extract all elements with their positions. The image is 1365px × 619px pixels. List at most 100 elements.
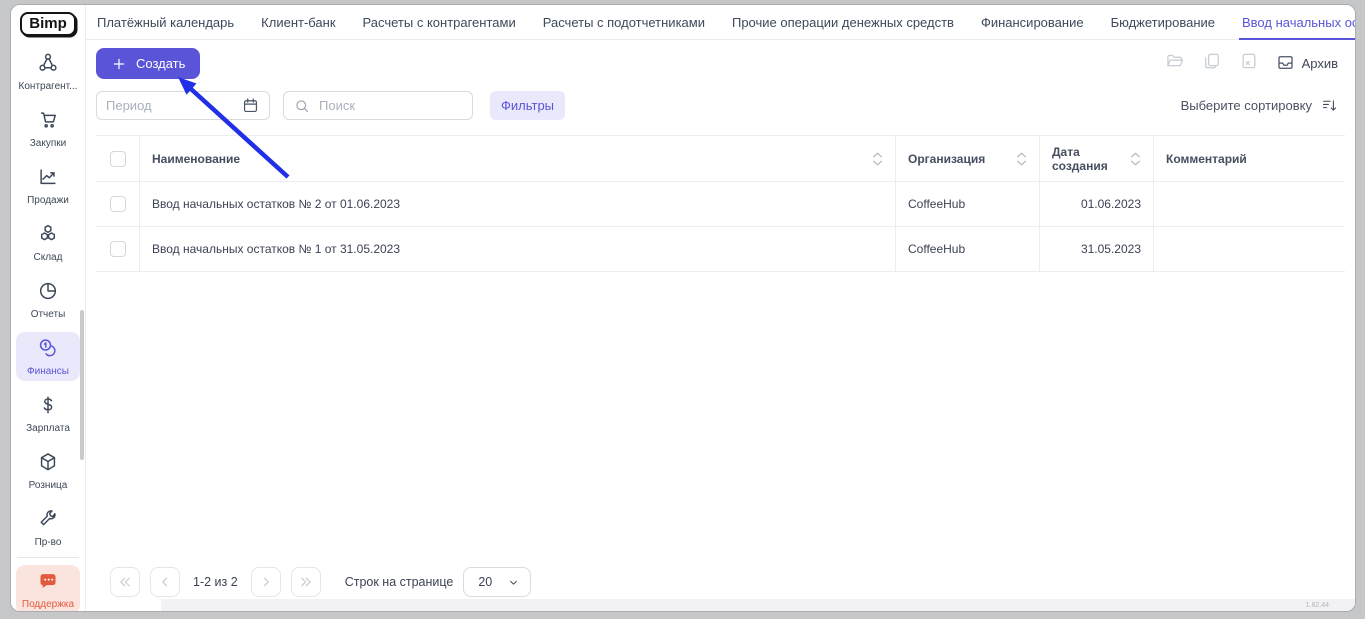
header-checkbox-cell [96,136,140,181]
cell-organization: CoffeeHub [896,227,1040,271]
tab-accountable-settlements[interactable]: Расчеты с подотчетниками [543,5,705,39]
prev-page-button[interactable] [150,567,180,597]
sidebar-item-warehouse[interactable]: Склад [16,218,80,267]
cart-icon [37,109,59,136]
sidebar-item-label: Контрагент... [19,81,78,92]
table-row[interactable]: Ввод начальных остатков № 1 от 31.05.202… [96,227,1345,272]
toolbar-actions: Архив [1165,51,1338,76]
filters-button[interactable]: Фильтры [490,91,565,120]
header-comment[interactable]: Комментарий [1154,136,1345,181]
coins-icon [37,337,59,364]
sidebar-item-contractors[interactable]: Контрагент... [16,47,80,96]
column-label: Комментарий [1166,152,1247,166]
row-checkbox[interactable] [110,196,126,212]
archive-label: Архив [1302,56,1338,71]
chart-line-icon [37,166,59,193]
version-label: 1.82.44 [1306,602,1329,609]
sort-chevrons-icon[interactable] [1122,152,1141,166]
page-range: 1-2 из 2 [193,575,238,589]
tab-other-cash-operations[interactable]: Прочие операции денежных средств [732,5,954,39]
cell-created-date: 01.06.2023 [1040,182,1154,226]
search-icon [293,97,311,115]
top-nav: Платёжный календарь Клиент-банк Расчеты … [86,5,1355,40]
page-size-value: 20 [478,575,492,589]
dollar-icon [37,394,59,421]
cell-created-date: 31.05.2023 [1040,227,1154,271]
period-field[interactable] [106,98,241,113]
sort-icon [1321,97,1338,114]
header-organization[interactable]: Организация [896,136,1040,181]
cell-name: Ввод начальных остатков № 2 от 01.06.202… [140,182,896,226]
sidebar-item-label: Пр-во [35,537,62,548]
sidebar-item-label: Закупки [30,138,66,149]
sidebar-item-retail[interactable]: Розница [16,446,80,495]
first-page-button[interactable] [110,567,140,597]
row-checkbox[interactable] [110,241,126,257]
pie-chart-icon [37,280,59,307]
search-input[interactable] [283,91,473,120]
table-row[interactable]: Ввод начальных остатков № 2 от 01.06.202… [96,182,1345,227]
cube-icon [37,451,59,478]
documents-table: Наименование Организация Дата создания К… [96,135,1345,272]
header-name[interactable]: Наименование [140,136,896,181]
cell-organization: CoffeeHub [896,182,1040,226]
rows-per-page-label: Строк на странице [345,575,454,589]
cell-comment [1154,227,1345,271]
tab-payment-calendar[interactable]: Платёжный календарь [97,5,234,39]
row-checkbox-cell [96,182,140,226]
filters-bar: Фильтры Выберите сортировку [86,84,1355,120]
sidebar-item-label: Финансы [27,366,69,377]
column-label: Дата создания [1052,145,1122,173]
sidebar-item-label: Склад [34,252,63,263]
sort-selector[interactable]: Выберите сортировку [1181,97,1338,114]
archive-icon [1276,53,1295,75]
copy-icon[interactable] [1202,51,1222,76]
cell-name: Ввод начальных остатков № 1 от 31.05.202… [140,227,896,271]
page-size-select[interactable]: 20 [463,567,531,597]
sidebar-item-support[interactable]: Поддержка [16,565,80,612]
cell-comment [1154,182,1345,226]
tab-opening-balances[interactable]: Ввод начальных остатков [1242,5,1356,39]
chat-bubble-icon [37,570,59,597]
tab-contractor-settlements[interactable]: Расчеты с контрагентами [363,5,516,39]
app-window: Bimp Контрагент... Закупки Продажи Склад… [10,4,1356,612]
next-page-button[interactable] [251,567,281,597]
select-all-checkbox[interactable] [110,151,126,167]
toolbar: Создать Архив [86,40,1355,84]
plus-icon [111,56,127,72]
search-field[interactable] [319,98,463,113]
tab-client-bank[interactable]: Клиент-банк [261,5,335,39]
sidebar-divider [17,557,79,558]
app-logo[interactable]: Bimp [20,12,76,36]
version-strip: 1.82.44 [161,599,1355,611]
sidebar-item-label: Отчеты [31,309,66,320]
chevron-down-icon [507,576,520,589]
header-created-date[interactable]: Дата создания [1040,136,1154,181]
last-page-button[interactable] [291,567,321,597]
sidebar-item-salary[interactable]: Зарплата [16,389,80,438]
sidebar-item-finances[interactable]: Финансы [16,332,80,381]
sidebar-item-reports[interactable]: Отчеты [16,275,80,324]
tab-budgeting[interactable]: Бюджетирование [1111,5,1215,39]
main-area: Платёжный календарь Клиент-банк Расчеты … [86,5,1355,611]
tab-financing[interactable]: Финансирование [981,5,1084,39]
sort-chevrons-icon[interactable] [864,152,883,166]
file-x-icon[interactable] [1239,51,1259,76]
sort-chevrons-icon[interactable] [1008,152,1027,166]
archive-button[interactable]: Архив [1276,53,1338,75]
calendar-icon[interactable] [241,96,260,115]
sidebar-scrollbar[interactable] [80,310,84,460]
column-label: Наименование [152,152,240,166]
period-input[interactable] [96,91,270,120]
sidebar-item-label: Поддержка [22,599,74,610]
sidebar-item-sales[interactable]: Продажи [16,161,80,210]
wrench-icon [37,508,59,535]
sidebar-item-production[interactable]: Пр-во [16,503,80,552]
create-button[interactable]: Создать [96,48,200,79]
sidebar: Bimp Контрагент... Закупки Продажи Склад… [11,5,86,611]
sidebar-item-label: Зарплата [26,423,70,434]
pagination: 1-2 из 2 Строк на странице 20 [110,567,531,597]
sidebar-item-purchases[interactable]: Закупки [16,104,80,153]
row-checkbox-cell [96,227,140,271]
open-folder-icon[interactable] [1165,51,1185,76]
